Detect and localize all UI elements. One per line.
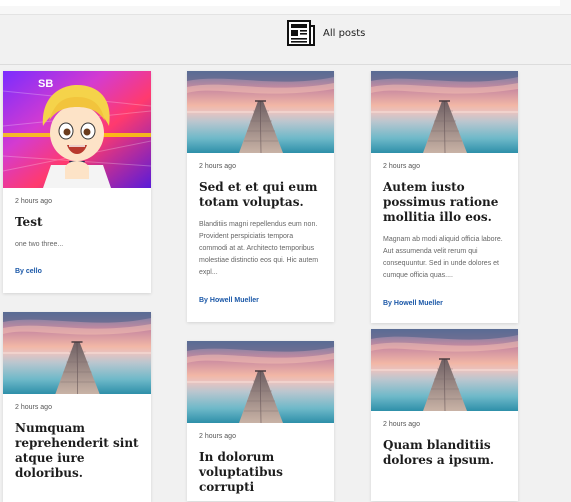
top-strip	[0, 0, 571, 15]
post-thumbnail	[3, 312, 151, 394]
post-card[interactable]: 2 hours ago Sed et et qui eum totam volu…	[187, 71, 334, 322]
header-title: All posts	[323, 27, 366, 39]
post-thumbnail	[371, 71, 518, 153]
post-title[interactable]: In dolorum voluptatibus corrupti	[199, 450, 322, 495]
post-title[interactable]: Numquam reprehenderit sint atque iure do…	[15, 421, 139, 481]
post-excerpt: one two three...	[15, 241, 64, 248]
post-title[interactable]: Test	[15, 215, 139, 230]
avatar-badge: SB	[38, 78, 53, 90]
page-header: All posts	[0, 15, 571, 65]
top-bar	[0, 0, 560, 6]
post-card[interactable]: SB 2 hours ago Test one two three... By …	[3, 71, 151, 293]
all-posts-button[interactable]: All posts	[287, 18, 365, 48]
post-excerpt: Blanditiis magni repellendus eum non. Pr…	[199, 221, 319, 276]
post-author[interactable]: By cello	[15, 268, 42, 275]
post-title[interactable]: Autem iusto possimus ratione mollitia il…	[383, 180, 506, 225]
post-time: 2 hours ago	[199, 163, 236, 170]
post-thumbnail	[187, 341, 334, 423]
post-card[interactable]: 2 hours ago Autem iusto possimus ratione…	[371, 71, 518, 323]
post-card[interactable]: 2 hours ago Numquam reprehenderit sint a…	[3, 312, 151, 502]
post-time: 2 hours ago	[15, 404, 52, 411]
newspaper-icon	[287, 20, 315, 46]
post-time: 2 hours ago	[15, 198, 52, 205]
post-time: 2 hours ago	[199, 433, 236, 440]
post-time: 2 hours ago	[383, 421, 420, 428]
post-author[interactable]: By Howell Mueller	[199, 297, 259, 304]
post-card[interactable]: 2 hours ago Quam blanditiis dolores a ip…	[371, 329, 518, 501]
post-excerpt: Magnam ab modi aliquid officia labore. A…	[383, 236, 503, 279]
post-author[interactable]: By Howell Mueller	[383, 300, 443, 307]
post-title[interactable]: Quam blanditiis dolores a ipsum.	[383, 438, 506, 468]
post-thumbnail	[187, 71, 334, 153]
post-card[interactable]: 2 hours ago In dolorum voluptatibus corr…	[187, 341, 334, 501]
post-thumbnail: SB	[3, 71, 151, 188]
post-time: 2 hours ago	[383, 163, 420, 170]
post-thumbnail	[371, 329, 518, 411]
post-title[interactable]: Sed et et qui eum totam voluptas.	[199, 180, 322, 210]
